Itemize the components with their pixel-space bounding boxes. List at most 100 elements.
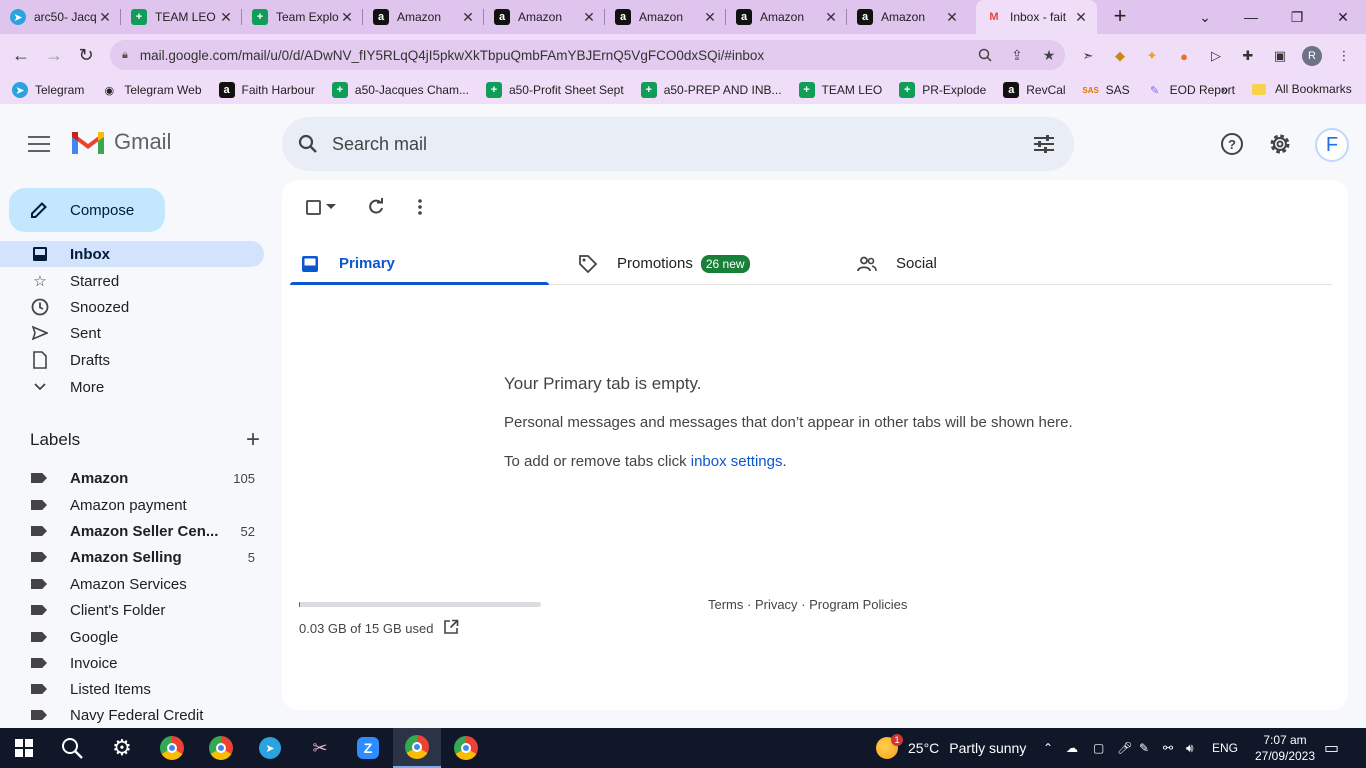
browser-tab[interactable]: + TEAM LEO ✕ xyxy=(121,0,242,34)
bookmark-item[interactable]: + a50-Jacques Cham... xyxy=(331,82,469,98)
close-tab-icon[interactable]: ✕ xyxy=(823,9,839,26)
label-item[interactable]: Amazon Selling 5 xyxy=(0,544,264,570)
bookmark-item[interactable]: + a50-PREP AND INB... xyxy=(640,82,782,98)
tab-primary[interactable]: Primary xyxy=(300,242,395,285)
extensions-puzzle-icon[interactable]: ✚ xyxy=(1238,46,1258,66)
browser-tab[interactable]: a Amazon ✕ xyxy=(484,0,605,34)
bookmark-item[interactable]: SAS SAS xyxy=(1082,82,1129,98)
help-icon[interactable]: ? xyxy=(1218,130,1246,158)
nav-item-snoozed[interactable]: Snoozed xyxy=(0,294,264,320)
label-item[interactable]: Invoice xyxy=(0,650,264,676)
bookmark-item[interactable]: ➤ Telegram xyxy=(12,82,84,98)
all-bookmarks-button[interactable]: All Bookmarks xyxy=(1252,82,1352,96)
nav-item-starred[interactable]: ☆ Starred xyxy=(0,268,264,294)
new-tab-button[interactable]: + xyxy=(1108,5,1132,29)
notification-center-icon[interactable]: ▭ xyxy=(1324,728,1339,768)
bookmark-item[interactable]: a RevCal xyxy=(1003,82,1066,98)
url-text[interactable]: mail.google.com/mail/u/0/d/ADwNV_fIY5RLq… xyxy=(140,48,969,63)
nav-item-inbox[interactable]: Inbox xyxy=(0,241,264,267)
show-hidden-icons[interactable]: ⌃ xyxy=(1043,728,1053,768)
zoom-app-icon[interactable]: Z xyxy=(344,728,392,768)
nav-item-sent[interactable]: Sent xyxy=(0,320,264,346)
tab-promotions[interactable]: Promotions 26 new xyxy=(578,242,750,285)
extension-icon[interactable]: ◆ xyxy=(1110,46,1130,66)
label-item[interactable]: Google xyxy=(0,624,264,650)
close-tab-icon[interactable]: ✕ xyxy=(1073,9,1089,26)
main-menu-icon[interactable] xyxy=(26,133,52,155)
chrome-icon[interactable] xyxy=(148,728,196,768)
label-item[interactable]: Navy Federal Credit xyxy=(0,702,264,728)
weather-widget[interactable]: 1 25°C Partly sunny xyxy=(876,728,1026,768)
gmail-logo[interactable]: Gmail xyxy=(70,128,171,156)
label-item[interactable]: Amazon 105 xyxy=(0,465,264,491)
meet-now-icon[interactable]: ▢ xyxy=(1093,728,1104,768)
network-icon[interactable]: ⚯ xyxy=(1163,728,1173,768)
windows-start-icon[interactable] xyxy=(0,728,48,768)
close-tab-icon[interactable]: ✕ xyxy=(339,9,355,26)
back-button[interactable]: ← xyxy=(8,42,34,68)
bookmark-item[interactable]: + a50-Profit Sheet Sept xyxy=(485,82,624,98)
ime-icon[interactable]: ✎ xyxy=(1139,728,1149,768)
browser-tab[interactable]: + Team Explo ✕ xyxy=(242,0,363,34)
address-bar[interactable]: 🔒︎ mail.google.com/mail/u/0/d/ADwNV_fIY5… xyxy=(110,40,1065,70)
search-input[interactable] xyxy=(332,133,1014,155)
telegram-icon[interactable]: ➤ xyxy=(246,728,294,768)
footer-links[interactable]: Terms · Privacy · Program Policies xyxy=(708,597,907,612)
bookmark-item[interactable]: ◉ Telegram Web xyxy=(101,82,202,98)
snipping-tool-icon[interactable]: ✂ xyxy=(296,728,344,768)
compose-button[interactable]: Compose xyxy=(9,188,165,232)
close-window-button[interactable]: ✕ xyxy=(1320,0,1366,34)
extension-icon[interactable]: ✦ xyxy=(1142,46,1162,66)
browser-menu-icon[interactable]: ⋮ xyxy=(1334,46,1354,66)
tab-social[interactable]: Social xyxy=(857,242,937,285)
label-item[interactable]: Amazon payment xyxy=(0,492,264,518)
system-clock[interactable]: 7:07 am 27/09/2023 xyxy=(1254,732,1316,764)
open-external-icon[interactable] xyxy=(443,619,459,638)
bookmark-star-icon[interactable]: ★ xyxy=(1033,40,1065,70)
taskbar-search-icon[interactable] xyxy=(48,728,96,768)
bookmark-item[interactable]: a Faith Harbour xyxy=(218,82,315,98)
forward-button[interactable]: → xyxy=(41,42,67,68)
label-item[interactable]: Amazon Seller Cen... 52 xyxy=(0,518,264,544)
settings-gear-icon[interactable] xyxy=(1266,130,1294,158)
close-tab-icon[interactable]: ✕ xyxy=(97,9,113,26)
browser-tab[interactable]: a Amazon ✕ xyxy=(847,0,968,34)
label-item[interactable]: Amazon Services xyxy=(0,571,264,597)
close-tab-icon[interactable]: ✕ xyxy=(702,9,718,26)
minimize-button[interactable]: — xyxy=(1228,0,1274,34)
nav-item-more[interactable]: More xyxy=(0,374,264,400)
account-avatar[interactable]: F xyxy=(1315,128,1349,162)
extension-icon[interactable]: ➣ xyxy=(1078,46,1098,66)
browser-tab[interactable]: a Amazon ✕ xyxy=(605,0,726,34)
restore-button[interactable]: ❐ xyxy=(1274,0,1320,34)
more-options-icon[interactable] xyxy=(407,196,433,218)
zoom-icon[interactable] xyxy=(969,40,1001,70)
chrome-icon[interactable] xyxy=(197,728,245,768)
extension-icon[interactable]: ▷ xyxy=(1206,46,1226,66)
bookmark-item[interactable]: + TEAM LEO xyxy=(798,82,882,98)
refresh-icon[interactable] xyxy=(363,196,389,218)
tab-search-button[interactable]: ⌄ xyxy=(1182,0,1228,34)
search-icon[interactable] xyxy=(284,134,332,154)
close-tab-icon[interactable]: ✕ xyxy=(218,9,234,26)
close-tab-icon[interactable]: ✕ xyxy=(944,9,960,26)
nav-item-drafts[interactable]: Drafts xyxy=(0,347,264,373)
label-item[interactable]: Listed Items xyxy=(0,676,264,702)
side-panel-icon[interactable]: ▣ xyxy=(1270,46,1290,66)
search-options-icon[interactable] xyxy=(1014,134,1074,154)
close-tab-icon[interactable]: ✕ xyxy=(581,9,597,26)
inbox-settings-link[interactable]: inbox settings xyxy=(691,453,783,470)
bookmark-item[interactable]: + PR-Explode xyxy=(899,82,986,98)
reload-button[interactable]: ↻ xyxy=(73,42,99,68)
browser-tab-active[interactable]: M Inbox - fait ✕ xyxy=(976,0,1097,34)
close-tab-icon[interactable]: ✕ xyxy=(460,9,476,26)
microphone-icon[interactable]: 🎤︎ xyxy=(1117,728,1132,768)
chrome-icon[interactable] xyxy=(442,728,490,768)
browser-tab[interactable]: a Amazon ✕ xyxy=(363,0,484,34)
label-item[interactable]: Client's Folder xyxy=(0,597,264,623)
language-indicator[interactable]: ENG xyxy=(1212,728,1238,768)
profile-avatar[interactable]: R xyxy=(1302,46,1322,66)
extension-icon[interactable]: ● xyxy=(1174,46,1194,66)
browser-tab[interactable]: a Amazon ✕ xyxy=(726,0,847,34)
volume-icon[interactable]: 🔊︎ xyxy=(1186,728,1194,768)
